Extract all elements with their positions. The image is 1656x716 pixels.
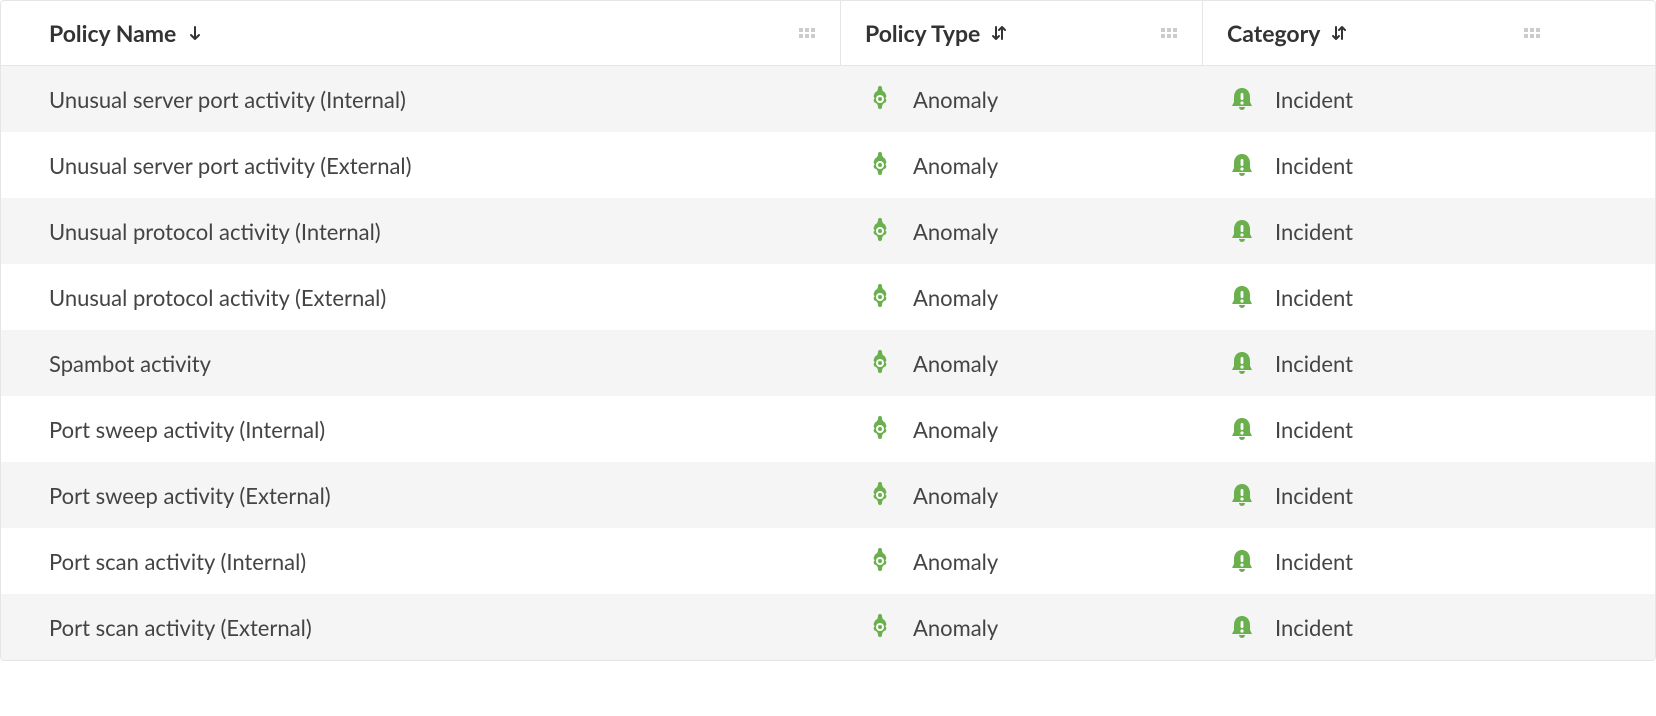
anomaly-icon bbox=[865, 414, 895, 444]
cell-policy-type: Anomaly bbox=[841, 216, 1203, 246]
policy-name-text: Unusual protocol activity (External) bbox=[49, 284, 386, 311]
category-text: Incident bbox=[1275, 218, 1353, 245]
cell-policy-type: Anomaly bbox=[841, 480, 1203, 510]
anomaly-icon bbox=[865, 282, 895, 312]
policy-name-text: Unusual server port activity (Internal) bbox=[49, 86, 406, 113]
policy-type-text: Anomaly bbox=[913, 218, 998, 245]
anomaly-icon bbox=[865, 84, 895, 114]
policy-name-text: Unusual server port activity (External) bbox=[49, 152, 411, 179]
cell-policy-name: Port sweep activity (External) bbox=[1, 482, 841, 509]
policy-type-text: Anomaly bbox=[913, 350, 998, 377]
table-row[interactable]: Port scan activity (Internal) Anomaly Inci… bbox=[1, 528, 1655, 594]
category-text: Incident bbox=[1275, 284, 1353, 311]
policy-name-text: Spambot activity bbox=[49, 350, 211, 377]
cell-policy-type: Anomaly bbox=[841, 150, 1203, 180]
table-row[interactable]: Unusual server port activity (External) A… bbox=[1, 132, 1655, 198]
category-text: Incident bbox=[1275, 548, 1353, 575]
table-row[interactable]: Spambot activity Anomaly Incident bbox=[1, 330, 1655, 396]
policy-type-text: Anomaly bbox=[913, 152, 998, 179]
anomaly-icon bbox=[865, 612, 895, 642]
cell-policy-name: Port scan activity (Internal) bbox=[1, 548, 841, 575]
incident-bell-icon bbox=[1227, 612, 1257, 642]
category-text: Incident bbox=[1275, 86, 1353, 113]
anomaly-icon bbox=[865, 546, 895, 576]
incident-bell-icon bbox=[1227, 546, 1257, 576]
column-header-policy-type[interactable]: Policy Type bbox=[841, 1, 1203, 65]
table-row[interactable]: Unusual protocol activity (External) Anom… bbox=[1, 264, 1655, 330]
cell-category: Incident bbox=[1203, 480, 1565, 510]
policy-type-text: Anomaly bbox=[913, 614, 998, 641]
sort-both-icon bbox=[1330, 24, 1348, 42]
cell-category: Incident bbox=[1203, 546, 1565, 576]
table-row[interactable]: Port sweep activity (Internal) Anomaly Inc… bbox=[1, 396, 1655, 462]
cell-category: Incident bbox=[1203, 414, 1565, 444]
cell-category: Incident bbox=[1203, 612, 1565, 642]
table-body: Unusual server port activity (Internal) A… bbox=[1, 66, 1655, 660]
policy-name-text: Unusual protocol activity (Internal) bbox=[49, 218, 381, 245]
column-label: Category bbox=[1227, 19, 1320, 47]
category-text: Incident bbox=[1275, 614, 1353, 641]
table-row[interactable]: Port sweep activity (External) Anomaly Inc… bbox=[1, 462, 1655, 528]
cell-policy-name: Unusual server port activity (Internal) bbox=[1, 86, 841, 113]
cell-policy-type: Anomaly bbox=[841, 282, 1203, 312]
table-header: Policy Name Policy Type Catego bbox=[1, 1, 1655, 66]
drag-handle-icon[interactable] bbox=[798, 26, 816, 40]
incident-bell-icon bbox=[1227, 150, 1257, 180]
incident-bell-icon bbox=[1227, 414, 1257, 444]
column-header-category[interactable]: Category bbox=[1203, 1, 1565, 65]
cell-policy-type: Anomaly bbox=[841, 612, 1203, 642]
anomaly-icon bbox=[865, 150, 895, 180]
anomaly-icon bbox=[865, 348, 895, 378]
cell-policy-name: Unusual protocol activity (Internal) bbox=[1, 218, 841, 245]
policy-type-text: Anomaly bbox=[913, 86, 998, 113]
cell-policy-type: Anomaly bbox=[841, 414, 1203, 444]
cell-policy-type: Anomaly bbox=[841, 348, 1203, 378]
incident-bell-icon bbox=[1227, 84, 1257, 114]
category-text: Incident bbox=[1275, 350, 1353, 377]
policy-type-text: Anomaly bbox=[913, 548, 998, 575]
cell-policy-name: Unusual protocol activity (External) bbox=[1, 284, 841, 311]
cell-policy-name: Spambot activity bbox=[1, 350, 841, 377]
policy-type-text: Anomaly bbox=[913, 482, 998, 509]
anomaly-icon bbox=[865, 216, 895, 246]
cell-category: Incident bbox=[1203, 348, 1565, 378]
category-text: Incident bbox=[1275, 152, 1353, 179]
anomaly-icon bbox=[865, 480, 895, 510]
sort-both-icon bbox=[990, 24, 1008, 42]
policy-name-text: Port sweep activity (External) bbox=[49, 482, 331, 509]
incident-bell-icon bbox=[1227, 282, 1257, 312]
drag-handle-icon[interactable] bbox=[1523, 26, 1541, 40]
cell-policy-name: Unusual server port activity (External) bbox=[1, 152, 841, 179]
incident-bell-icon bbox=[1227, 480, 1257, 510]
cell-policy-name: Port sweep activity (Internal) bbox=[1, 416, 841, 443]
category-text: Incident bbox=[1275, 482, 1353, 509]
incident-bell-icon bbox=[1227, 216, 1257, 246]
cell-policy-name: Port scan activity (External) bbox=[1, 614, 841, 641]
policy-name-text: Port sweep activity (Internal) bbox=[49, 416, 325, 443]
cell-category: Incident bbox=[1203, 282, 1565, 312]
cell-category: Incident bbox=[1203, 84, 1565, 114]
table-row[interactable]: Unusual server port activity (Internal) A… bbox=[1, 66, 1655, 132]
category-text: Incident bbox=[1275, 416, 1353, 443]
drag-handle-icon[interactable] bbox=[1160, 26, 1178, 40]
cell-category: Incident bbox=[1203, 216, 1565, 246]
cell-policy-type: Anomaly bbox=[841, 84, 1203, 114]
policy-name-text: Port scan activity (Internal) bbox=[49, 548, 306, 575]
column-header-policy-name[interactable]: Policy Name bbox=[1, 1, 841, 65]
policy-type-text: Anomaly bbox=[913, 284, 998, 311]
column-label: Policy Type bbox=[865, 19, 980, 47]
table-row[interactable]: Unusual protocol activity (Internal) Anom… bbox=[1, 198, 1655, 264]
cell-policy-type: Anomaly bbox=[841, 546, 1203, 576]
policy-name-text: Port scan activity (External) bbox=[49, 614, 312, 641]
incident-bell-icon bbox=[1227, 348, 1257, 378]
sort-desc-icon bbox=[186, 24, 204, 42]
table-row[interactable]: Port scan activity (External) Anomaly Inci… bbox=[1, 594, 1655, 660]
cell-category: Incident bbox=[1203, 150, 1565, 180]
policy-type-text: Anomaly bbox=[913, 416, 998, 443]
policies-table: Policy Name Policy Type Catego bbox=[0, 0, 1656, 661]
column-label: Policy Name bbox=[49, 19, 176, 47]
